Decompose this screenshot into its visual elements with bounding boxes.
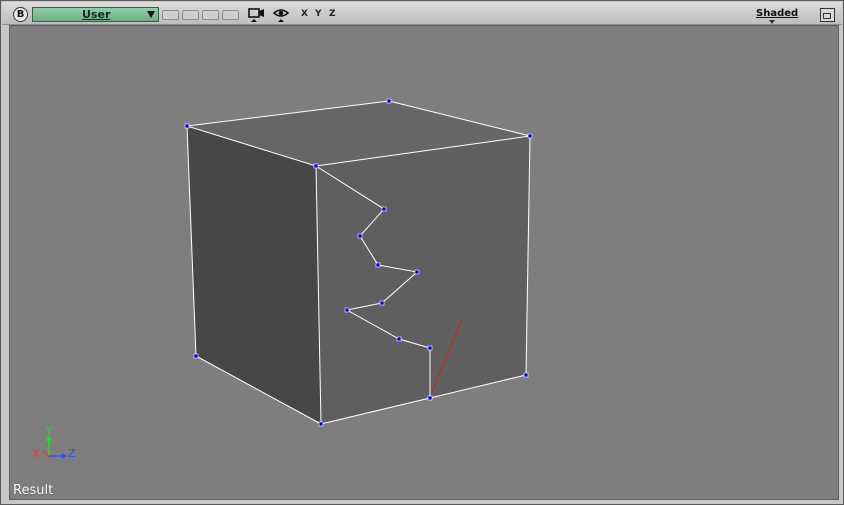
camera-icon[interactable] (248, 7, 266, 27)
chevron-down-icon (147, 11, 155, 18)
layer-slot-2[interactable] (182, 10, 199, 20)
3d-viewport[interactable]: Y X Z Result (9, 25, 839, 500)
cube-front-face[interactable] (316, 136, 530, 424)
axis-gizmo: Y X Z (32, 424, 76, 460)
view-type-dropdown[interactable]: User (32, 7, 159, 22)
axis-x-toggle[interactable]: X (301, 9, 308, 20)
layer-slot-1[interactable] (162, 10, 179, 20)
axis-y-toggle[interactable]: Y (315, 9, 322, 20)
cube-left-face[interactable] (187, 126, 321, 424)
chevron-down-icon (769, 20, 775, 24)
view-type-label: User (82, 8, 111, 21)
eye-icon[interactable] (272, 7, 291, 27)
gizmo-y-label: Y (45, 424, 53, 437)
viewport-menu-button[interactable]: B (13, 7, 28, 22)
viewport-status-label: Result (13, 483, 54, 498)
layer-slot-4[interactable] (222, 10, 239, 20)
axis-z-toggle[interactable]: Z (329, 9, 336, 20)
gizmo-x-label: X (32, 447, 40, 460)
viewport-window: B User X Y Z Shaded Y X Z Result (0, 0, 844, 505)
shading-mode-dropdown[interactable]: Shaded (756, 8, 798, 20)
maximize-icon[interactable] (820, 8, 835, 22)
scene-canvas[interactable]: Y X Z (10, 26, 839, 500)
layer-slot-3[interactable] (202, 10, 219, 20)
gizmo-z-label: Z (68, 447, 76, 460)
viewport-toolbar: B User X Y Z Shaded (2, 2, 842, 25)
